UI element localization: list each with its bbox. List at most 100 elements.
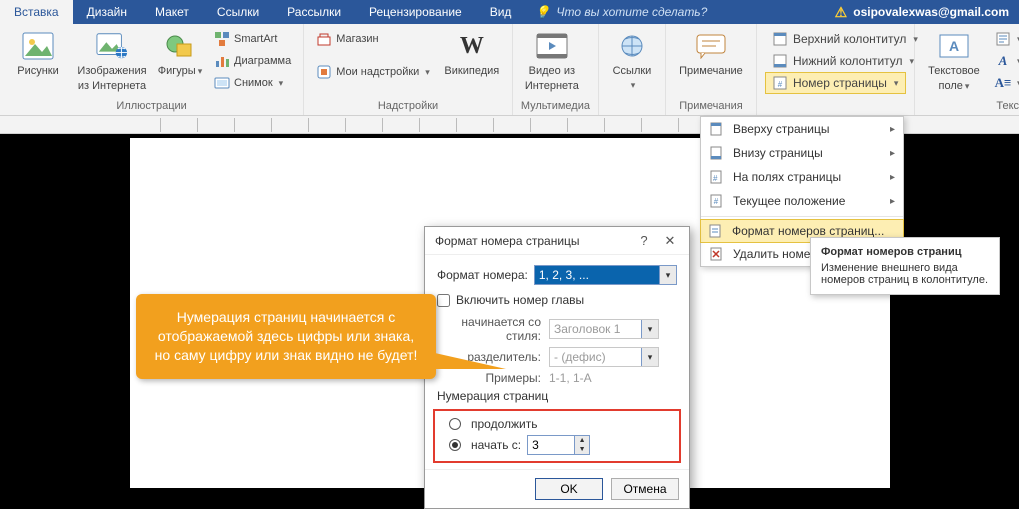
group-label (607, 99, 657, 113)
tooltip-format-page-numbers: Формат номеров страниц Изменение внешнег… (810, 237, 1000, 295)
wikipedia-button[interactable]: W Википедия (440, 28, 504, 98)
online-pictures-button[interactable]: Изображения из Интернета (74, 28, 150, 98)
help-button[interactable]: ? (631, 233, 657, 248)
ribbon: Рисунки Изображения из Интернета Фигуры▾ (0, 24, 1019, 116)
svg-text:#: # (778, 80, 783, 89)
group-label: Мультимедиа (521, 99, 590, 113)
numbering-section-title: Нумерация страниц (437, 389, 677, 403)
separator-combo: - (дефис)▾ (549, 347, 659, 367)
menu-bottom-of-page[interactable]: Внизу страницы▸ (701, 141, 903, 165)
radio-start-at[interactable] (449, 439, 461, 451)
video-icon (536, 30, 568, 62)
store-button[interactable]: Магазин (312, 28, 434, 50)
group-header-footer: Верхний колонтитул▾ Нижний колонтитул▾ #… (757, 24, 915, 115)
textbox-button[interactable]: A Текстовое поле▾ (923, 28, 985, 98)
group-illustrations: Рисунки Изображения из Интернета Фигуры▾ (0, 24, 304, 115)
quick-parts-button[interactable]: ▾ (991, 28, 1019, 50)
account-label[interactable]: ⚠ osipovalexwas@gmail.com (835, 0, 1019, 24)
online-picture-icon (96, 30, 128, 62)
group-label: Примечания (674, 99, 748, 113)
wordart-button[interactable]: A▾ (991, 50, 1019, 72)
group-media: Видео из Интернета Мультимедиа (513, 24, 599, 115)
menu-top-of-page[interactable]: Вверху страницы▸ (701, 117, 903, 141)
annotation-callout: Нумерация страниц начинается с отображае… (136, 294, 436, 379)
close-button[interactable]: ✕ (657, 233, 683, 249)
chevron-down-icon: ▾ (631, 80, 636, 91)
footer-button[interactable]: Нижний колонтитул▾ (765, 50, 906, 72)
cancel-button[interactable]: Отмена (611, 478, 679, 500)
chevron-right-icon: ▸ (890, 148, 895, 159)
group-comments: Примечание Примечания (666, 24, 757, 115)
chevron-right-icon: ▸ (890, 172, 895, 183)
group-label: Иллюстрации (8, 99, 295, 113)
tab-review[interactable]: Рецензирование (355, 0, 476, 24)
tooltip-body: Изменение внешнего вида номеров страниц … (821, 262, 989, 286)
format-label: Формат номера: (437, 268, 528, 282)
include-chapter-checkbox[interactable] (437, 294, 450, 307)
page-top-icon (707, 120, 725, 138)
start-at-input[interactable] (528, 436, 574, 454)
shapes-button[interactable]: Фигуры▾ (156, 28, 204, 98)
tab-design[interactable]: Дизайн (73, 0, 141, 24)
starts-style-label: начинается со стиля: (451, 315, 541, 343)
start-at-spinner[interactable]: ▲▼ (527, 435, 590, 455)
examples-label: Примеры: (451, 371, 541, 385)
svg-text:#: # (713, 174, 718, 183)
number-format-combo[interactable]: 1, 2, 3, ... ▾ (534, 265, 677, 285)
chevron-down-icon: ▾ (425, 67, 430, 78)
lightbulb-icon: 💡 (535, 5, 550, 19)
ribbon-tabs: Вставка Дизайн Макет Ссылки Рассылки Рец… (0, 0, 1019, 24)
chevron-down-icon: ▾ (659, 266, 676, 284)
start-at-label: начать с: (471, 438, 521, 452)
comment-icon (695, 30, 727, 62)
pictures-button[interactable]: Рисунки (8, 28, 68, 98)
spin-up[interactable]: ▲ (575, 436, 589, 445)
menu-current-position[interactable]: # Текущее положение▸ (701, 189, 903, 213)
tab-insert[interactable]: Вставка (0, 0, 73, 24)
dropcap-icon: A≡ (995, 75, 1011, 91)
wordart-icon: A (995, 53, 1011, 69)
starts-style-combo: Заголовок 1▾ (549, 319, 659, 339)
ok-button[interactable]: OK (535, 478, 603, 500)
chevron-down-icon: ▾ (279, 78, 284, 89)
header-button[interactable]: Верхний колонтитул▾ (765, 28, 906, 50)
chart-button[interactable]: Диаграмма (210, 50, 295, 72)
screenshot-icon (214, 75, 230, 91)
wikipedia-icon: W (456, 30, 488, 62)
svg-text:#: # (714, 197, 719, 206)
screenshot-button[interactable]: Снимок▾ (210, 72, 295, 94)
current-position-icon: # (707, 192, 725, 210)
spin-down[interactable]: ▼ (575, 445, 589, 454)
tab-layout[interactable]: Макет (141, 0, 203, 24)
tab-mailings[interactable]: Рассылки (273, 0, 355, 24)
format-icon (706, 222, 724, 240)
chevron-down-icon: ▾ (965, 81, 970, 91)
examples-value: 1-1, 1-A (549, 371, 592, 385)
group-text: A Текстовое поле▾ ▾ A▾ A≡▾ ▾ ▾ π Ω (915, 24, 1019, 115)
chevron-down-icon: ▾ (894, 78, 899, 89)
shapes-icon (164, 30, 196, 62)
dropcap-button[interactable]: A≡▾ (991, 72, 1019, 94)
links-button[interactable]: Ссылки ▾ (607, 28, 657, 98)
chevron-right-icon: ▸ (890, 196, 895, 207)
textbox-icon: A (938, 30, 970, 62)
menu-page-margins[interactable]: # На полях страницы▸ (701, 165, 903, 189)
smartart-icon (214, 31, 230, 47)
chart-icon (214, 53, 230, 69)
group-label (765, 99, 906, 113)
chevron-down-icon: ▾ (910, 56, 915, 67)
comment-button[interactable]: Примечание (674, 28, 748, 98)
radio-continue[interactable] (449, 418, 461, 430)
page-number-button[interactable]: # Номер страницы▾ (765, 72, 906, 94)
store-icon (316, 31, 332, 47)
tab-view[interactable]: Вид (476, 0, 526, 24)
page-margins-icon: # (707, 168, 725, 186)
remove-icon (707, 245, 725, 263)
continue-label: продолжить (471, 417, 537, 431)
my-addins-button[interactable]: Мои надстройки▾ (312, 50, 434, 94)
smartart-button[interactable]: SmartArt (210, 28, 295, 50)
tell-me-search[interactable]: 💡 Что вы хотите сделать? (525, 0, 717, 24)
page-number-icon: # (772, 75, 788, 91)
online-video-button[interactable]: Видео из Интернета (521, 28, 583, 98)
tab-references[interactable]: Ссылки (203, 0, 273, 24)
